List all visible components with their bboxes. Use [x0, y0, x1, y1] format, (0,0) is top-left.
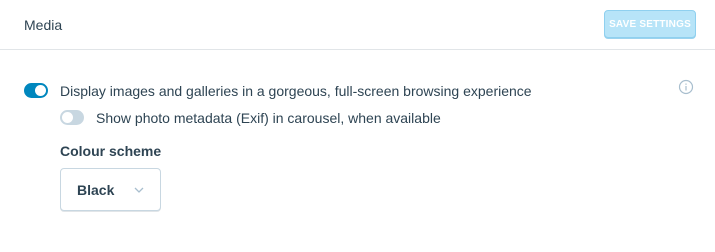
- exif-toggle-label: Show photo metadata (Exif) in carousel, …: [96, 110, 441, 126]
- chevron-down-icon: [134, 187, 144, 193]
- colour-scheme-label: Colour scheme: [60, 143, 162, 159]
- colour-scheme-select[interactable]: Black: [60, 168, 161, 211]
- section-title: Media: [24, 17, 63, 33]
- carousel-toggle[interactable]: [24, 83, 48, 98]
- info-icon[interactable]: [678, 79, 694, 95]
- colour-scheme-value: Black: [77, 182, 115, 198]
- media-settings-card: Media SAVE SETTINGS Display images and g…: [0, 0, 715, 252]
- toggle-knob: [62, 112, 73, 123]
- carousel-toggle-label: Display images and galleries in a gorgeo…: [60, 83, 532, 99]
- save-settings-button[interactable]: SAVE SETTINGS: [604, 10, 696, 38]
- card-header: Media SAVE SETTINGS: [0, 0, 715, 50]
- toggle-knob: [35, 85, 46, 96]
- exif-toggle[interactable]: [60, 110, 84, 125]
